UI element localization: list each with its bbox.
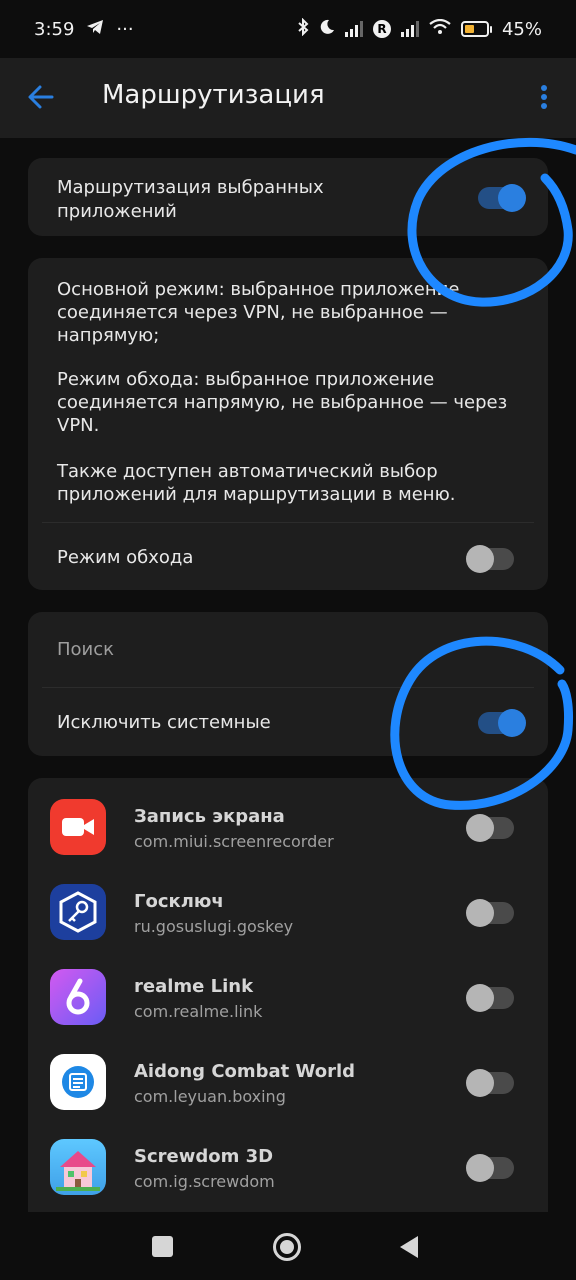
apps-list: Запись экрана com.miui.screenrecorder Го… — [28, 778, 548, 1212]
divider — [42, 522, 534, 523]
app-toggle[interactable] — [466, 1069, 514, 1097]
info-card: Основной режим: выбранное приложение сое… — [28, 258, 548, 590]
more-vert-icon[interactable] — [532, 82, 556, 112]
exclude-system-toggle[interactable] — [478, 709, 526, 737]
info-text: соединяется напрямую, не выбранное — чер… — [57, 392, 508, 413]
back-triangle-icon[interactable] — [398, 1234, 420, 1260]
home-circle-icon[interactable] — [272, 1232, 302, 1262]
r-icon: R — [372, 20, 391, 38]
battery-percent: 45% — [501, 18, 542, 40]
app-package: com.miui.screenrecorder — [134, 832, 334, 851]
navigation-bar — [0, 1212, 576, 1280]
bypass-mode-label: Режим обхода — [57, 547, 194, 568]
arrow-left-icon[interactable] — [26, 82, 56, 112]
app-name: realme Link — [134, 976, 254, 997]
info-text: VPN. — [57, 415, 100, 436]
info-text: напрямую; — [57, 325, 160, 346]
divider — [42, 687, 534, 688]
app-toggle[interactable] — [466, 984, 514, 1012]
app-toggle[interactable] — [466, 899, 514, 927]
bypass-mode-toggle[interactable] — [466, 545, 514, 573]
telegram-icon — [86, 19, 104, 40]
app-package: com.realme.link — [134, 1002, 263, 1021]
info-text: Основной режим: выбранное приложение — [57, 279, 460, 300]
filter-card: Поиск Исключить системные — [28, 612, 548, 756]
routing-toggle[interactable] — [478, 184, 526, 212]
app-toggle[interactable] — [466, 814, 514, 842]
app-bar: Маршрутизация — [0, 58, 576, 138]
signal-icon — [344, 21, 363, 37]
info-text: соединяется через VPN, не выбранное — — [57, 302, 448, 323]
info-text: приложений для маршрутизации в меню. — [57, 484, 456, 505]
app-toggle[interactable] — [466, 1154, 514, 1182]
clock: 3:59 — [34, 18, 75, 40]
page-title: Маршрутизация — [102, 80, 325, 110]
screwdom-icon — [50, 1139, 106, 1195]
app-package: com.ig.screwdom — [134, 1172, 275, 1191]
app-name: Запись экрана — [134, 806, 285, 827]
app-name: Screwdom 3D — [134, 1146, 274, 1167]
exclude-system-label: Исключить системные — [57, 712, 271, 733]
routing-label-line1: Маршрутизация выбранных — [57, 177, 324, 198]
search-input[interactable]: Поиск — [57, 638, 114, 662]
app-package: ru.gosuslugi.goskey — [134, 917, 294, 936]
routing-label-line2: приложений — [57, 201, 177, 222]
app-name: Aidong Combat World — [134, 1061, 356, 1082]
status-bar: 3:59 ··· R 45% — [0, 0, 576, 58]
moon-icon — [319, 19, 335, 40]
more-notifications-dots: ··· — [116, 18, 134, 40]
aidong-icon — [50, 1054, 106, 1110]
info-text: Режим обхода: выбранное приложение — [57, 369, 435, 390]
app-name: Госключ — [134, 891, 224, 912]
battery-icon — [460, 21, 492, 37]
routing-card[interactable]: Маршрутизация выбранных приложений — [28, 158, 548, 236]
info-text: Также доступен автоматический выбор — [57, 461, 438, 482]
recents-square-icon[interactable] — [152, 1236, 173, 1257]
app-package: com.leyuan.boxing — [134, 1087, 286, 1106]
bluetooth-icon — [297, 17, 309, 41]
realme-link-icon — [50, 969, 106, 1025]
screen-recorder-icon — [50, 799, 106, 855]
goskey-icon — [50, 884, 106, 940]
signal-icon — [400, 21, 419, 37]
wifi-icon — [429, 18, 451, 40]
